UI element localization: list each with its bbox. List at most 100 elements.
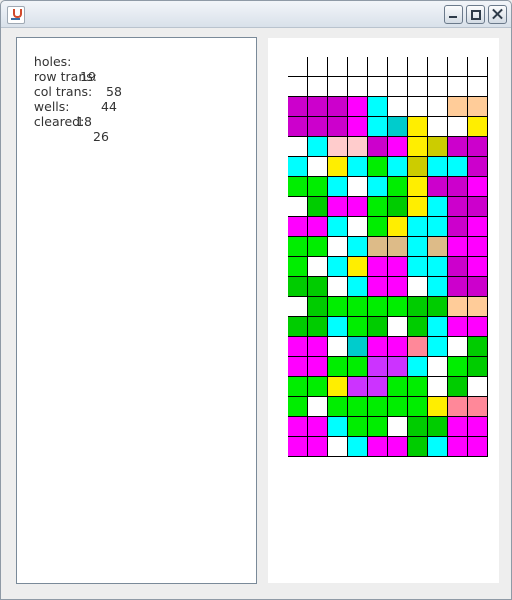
board-cell — [368, 197, 388, 217]
board-cell — [308, 97, 328, 117]
board-cell — [388, 357, 408, 377]
board-cell — [448, 397, 468, 417]
board-cell — [428, 57, 448, 77]
title-bar[interactable] — [1, 1, 511, 28]
tetris-board — [288, 57, 488, 457]
board-cell — [388, 297, 408, 317]
board-cell — [468, 97, 488, 117]
board-cell — [328, 257, 348, 277]
board-cell — [408, 257, 428, 277]
board-cell — [468, 197, 488, 217]
board-cell — [308, 157, 328, 177]
board-cell — [368, 297, 388, 317]
board-cell — [428, 437, 448, 457]
board-cell — [468, 437, 488, 457]
board-cell — [388, 137, 408, 157]
board-cell — [368, 217, 388, 237]
board-cell — [448, 57, 468, 77]
board-cell — [448, 297, 468, 317]
board-cell — [428, 177, 448, 197]
board-cell — [348, 157, 368, 177]
board-cell — [328, 57, 348, 77]
board-cell — [368, 277, 388, 297]
board-cell — [348, 437, 368, 457]
board-cell — [408, 77, 428, 97]
board-cell — [468, 397, 488, 417]
board-cell — [388, 57, 408, 77]
minimize-icon[interactable] — [444, 5, 463, 24]
board-cell — [468, 357, 488, 377]
board-cell — [448, 97, 468, 117]
board-cell — [428, 117, 448, 137]
board-cell — [328, 377, 348, 397]
board-cell — [328, 417, 348, 437]
board-cell — [328, 317, 348, 337]
board-cell — [368, 437, 388, 457]
board-cell — [468, 297, 488, 317]
board-cell — [368, 397, 388, 417]
board-cell — [428, 237, 448, 257]
board-cell — [308, 137, 328, 157]
board-cell — [308, 217, 328, 237]
board-cell — [328, 397, 348, 417]
board-cell — [468, 57, 488, 77]
maximize-icon[interactable] — [466, 5, 485, 24]
board-cell — [308, 357, 328, 377]
close-icon[interactable] — [488, 5, 507, 24]
board-cell — [328, 437, 348, 457]
board-cell — [448, 337, 468, 357]
board-cell — [468, 157, 488, 177]
board-cell — [448, 137, 468, 157]
board-cell — [428, 97, 448, 117]
board-cell — [408, 337, 428, 357]
board-cell — [368, 237, 388, 257]
board-cell — [328, 197, 348, 217]
board-cell — [288, 377, 308, 397]
board-cell — [368, 357, 388, 377]
board-cell — [408, 57, 428, 77]
board-cell — [288, 317, 308, 337]
board-cell — [288, 237, 308, 257]
board-cell — [368, 377, 388, 397]
board-cell — [288, 97, 308, 117]
board-cell — [368, 97, 388, 117]
board-cell — [388, 377, 408, 397]
board-cell — [408, 157, 428, 177]
board-cell — [308, 237, 328, 257]
board-cell — [448, 317, 468, 337]
board-cell — [428, 397, 448, 417]
board-cell — [308, 297, 328, 317]
board-cell — [288, 417, 308, 437]
board-cell — [328, 97, 348, 117]
board-cell — [388, 397, 408, 417]
board-cell — [408, 317, 428, 337]
board-cell — [348, 137, 368, 157]
board-cell — [348, 277, 368, 297]
board-cell — [408, 177, 428, 197]
board-cell — [288, 197, 308, 217]
java-app-icon — [7, 6, 25, 24]
board-cell — [308, 317, 328, 337]
board-cell — [408, 137, 428, 157]
board-cell — [408, 297, 428, 317]
stat-label: cleared: — [33, 114, 85, 129]
board-cell — [408, 277, 428, 297]
board-cell — [288, 257, 308, 277]
board-cell — [388, 277, 408, 297]
board-cell — [288, 397, 308, 417]
board-cell — [428, 317, 448, 337]
board-cell — [308, 377, 328, 397]
board-cell — [388, 157, 408, 177]
board-cell — [348, 217, 368, 237]
board-cell — [388, 437, 408, 457]
board-cell — [448, 77, 468, 97]
board-cell — [308, 257, 328, 277]
stat-value: 44 — [101, 99, 117, 114]
board-cell — [468, 337, 488, 357]
board-cell — [388, 257, 408, 277]
board-cell — [408, 117, 428, 137]
board-cell — [288, 157, 308, 177]
board-cell — [368, 417, 388, 437]
board-cell — [348, 197, 368, 217]
board-cell — [288, 437, 308, 457]
